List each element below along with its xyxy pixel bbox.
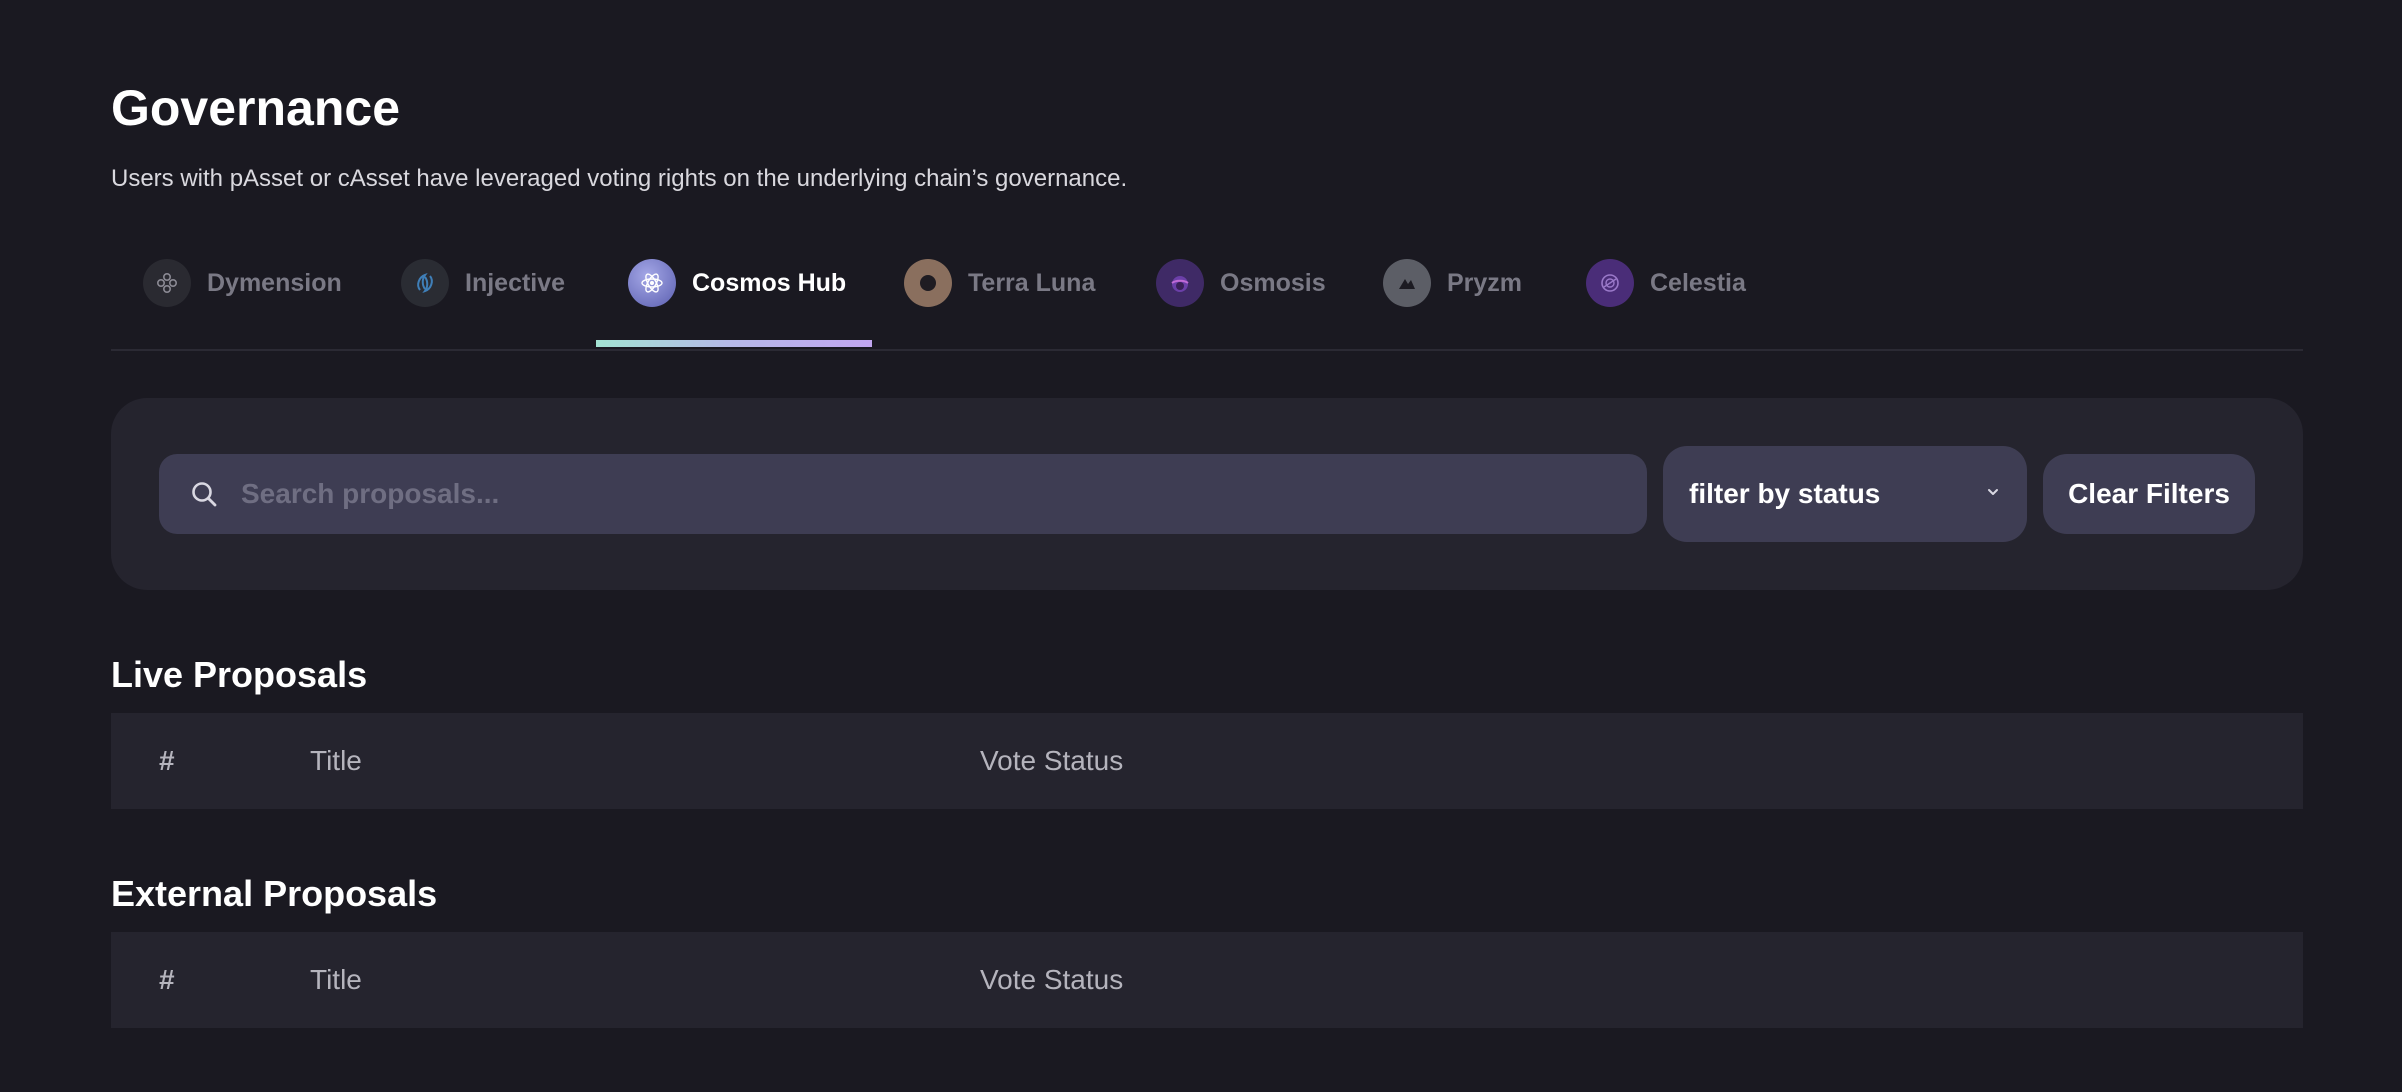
tab-label: Terra Luna bbox=[968, 268, 1096, 297]
column-header-vote-status: Vote Status bbox=[980, 964, 1124, 995]
status-filter-label: filter by status bbox=[1689, 478, 1881, 509]
filter-panel: filter by status Clear Filters bbox=[111, 398, 2303, 590]
tab-label: Pryzm bbox=[1447, 268, 1523, 297]
tab-cosmos-hub[interactable]: Cosmos Hub bbox=[628, 258, 846, 308]
tab-label: Dymension bbox=[207, 268, 342, 297]
column-header-number: # bbox=[159, 745, 175, 776]
dymension-icon bbox=[143, 259, 191, 307]
chevron-down-icon bbox=[1985, 484, 2001, 505]
tab-label: Celestia bbox=[1650, 268, 1746, 297]
search-icon bbox=[189, 479, 219, 509]
governance-page: Governance Users with pAsset or cAsset h… bbox=[0, 0, 2402, 1092]
celestia-icon bbox=[1586, 259, 1634, 307]
tab-label: Cosmos Hub bbox=[692, 268, 847, 297]
column-header-title: Title bbox=[310, 964, 362, 995]
live-proposals-title: Live Proposals bbox=[111, 654, 368, 695]
column-header-vote-status: Vote Status bbox=[980, 745, 1124, 776]
terra-luna-icon bbox=[904, 259, 952, 307]
active-tab-indicator bbox=[596, 340, 872, 347]
injective-icon bbox=[401, 259, 449, 307]
chain-tabs: Dymension Injective Cosmos Hub Terra Lun… bbox=[111, 236, 2303, 351]
column-header-title: Title bbox=[310, 745, 362, 776]
column-header-number: # bbox=[159, 964, 175, 995]
tab-injective[interactable]: Injective bbox=[401, 258, 565, 308]
tab-label: Osmosis bbox=[1220, 268, 1326, 297]
pryzm-icon bbox=[1383, 259, 1431, 307]
live-proposals-table-header: # Title Vote Status bbox=[111, 713, 2303, 809]
tab-terra-luna[interactable]: Terra Luna bbox=[904, 258, 1095, 308]
osmosis-icon bbox=[1156, 259, 1204, 307]
tab-celestia[interactable]: Celestia bbox=[1586, 258, 1746, 308]
status-filter-select[interactable]: filter by status bbox=[1663, 446, 2027, 542]
tab-label: Injective bbox=[465, 268, 566, 297]
tab-pryzm[interactable]: Pryzm bbox=[1383, 258, 1522, 308]
cosmos-hub-icon bbox=[628, 259, 676, 307]
search-box bbox=[159, 454, 1647, 534]
page-subtitle: Users with pAsset or cAsset have leverag… bbox=[111, 165, 1128, 192]
search-input[interactable] bbox=[239, 463, 1647, 525]
external-proposals-table-header: # Title Vote Status bbox=[111, 932, 2303, 1028]
page-title: Governance bbox=[111, 80, 401, 136]
tab-osmosis[interactable]: Osmosis bbox=[1156, 258, 1326, 308]
tab-dymension[interactable]: Dymension bbox=[143, 258, 342, 308]
external-proposals-title: External Proposals bbox=[111, 873, 438, 914]
clear-filters-button[interactable]: Clear Filters bbox=[2043, 454, 2255, 534]
